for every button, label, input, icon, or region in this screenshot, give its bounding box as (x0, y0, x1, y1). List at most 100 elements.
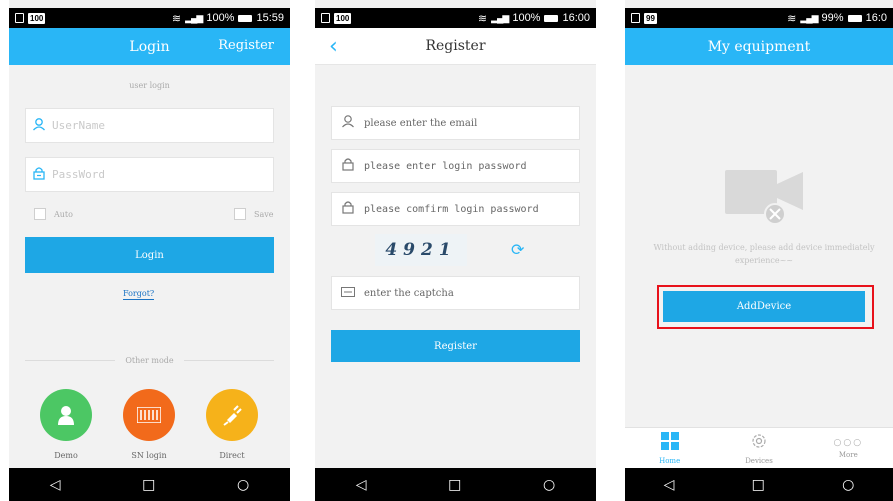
status-bar: 99 ≋ ▂▄▆ 99% 16:0 (625, 8, 893, 28)
username-placeholder: UserName (52, 119, 105, 132)
more-dots-icon: ○○○ (833, 437, 864, 448)
captcha-icon (332, 286, 364, 301)
register-button[interactable]: Register (331, 330, 580, 362)
lock-icon (332, 200, 364, 218)
home-icon[interactable]: □ (142, 477, 155, 493)
sn-login-button[interactable]: SN login (119, 389, 179, 460)
user-icon (26, 117, 52, 135)
battery-percent: 100% (512, 12, 541, 24)
battery-icon (238, 14, 253, 22)
register-header: ‹ Register (315, 28, 596, 65)
notification-badge: 99 (644, 12, 657, 24)
clock: 16:0 (865, 12, 887, 24)
direct-label: Direct (219, 451, 245, 460)
other-mode-label: Other mode (125, 356, 174, 365)
captcha-field[interactable]: enter the captcha (331, 276, 580, 310)
person-icon (40, 389, 92, 441)
demo-label: Demo (54, 451, 78, 460)
wifi-icon: ≋ (477, 12, 488, 25)
tab-home[interactable]: Home (625, 428, 714, 468)
battery-percent: 100% (206, 12, 235, 24)
back-arrow-icon[interactable]: ‹ (329, 34, 338, 59)
no-camera-icon (725, 168, 805, 230)
screen-icon (15, 13, 24, 23)
direct-mode-button[interactable]: Direct (202, 389, 262, 460)
register-screen: 100 ≋ ▂▄▆ 100% 16:00 ‹ Register please e… (315, 0, 596, 501)
tab-more[interactable]: ○○○ More (804, 428, 893, 468)
password-placeholder: please enter login password (364, 160, 527, 172)
screen-icon (321, 13, 330, 23)
captcha-image: 4921 (375, 234, 467, 266)
checkbox-box (34, 208, 46, 220)
wifi-icon: ≋ (787, 12, 797, 25)
notification-badge: 100 (28, 12, 46, 24)
sn-login-label: SN login (131, 451, 167, 460)
password-field[interactable]: please enter login password (331, 149, 580, 183)
signal-icon: ▂▄▆ (185, 12, 203, 23)
page-title: Login (129, 38, 170, 55)
auto-label: Auto (54, 209, 73, 219)
signal-icon: ▂▄▆ (800, 12, 818, 23)
login-header: Login Register (9, 28, 290, 65)
home-icon[interactable]: □ (448, 477, 461, 493)
signal-icon: ▂▄▆ (491, 12, 509, 23)
password-field[interactable]: PassWord (25, 157, 274, 192)
page-title: Register (425, 38, 486, 54)
login-screen: 100 ≋ ▂▄▆ 100% 15:59 Login Register user… (9, 0, 290, 501)
clock: 15:59 (256, 12, 284, 24)
battery-percent: 99% (821, 12, 844, 24)
user-icon (332, 114, 364, 132)
tab-devices[interactable]: Devices (714, 428, 803, 468)
equipment-screen: 99 ≋ ▂▄▆ 99% 16:0 My equipment Without a… (625, 0, 893, 501)
refresh-icon[interactable]: ⟳ (511, 240, 524, 259)
lock-icon (26, 166, 52, 184)
tab-label: Home (659, 456, 681, 465)
save-label: Save (254, 209, 274, 219)
battery-icon (544, 14, 559, 22)
home-icon[interactable]: □ (752, 477, 765, 493)
gear-icon (750, 432, 768, 454)
recents-icon[interactable]: ○ (237, 477, 249, 493)
battery-icon (847, 14, 862, 22)
save-password-checkbox[interactable]: Save (234, 208, 274, 220)
register-link[interactable]: Register (218, 38, 274, 53)
password-placeholder: PassWord (52, 168, 105, 181)
confirm-placeholder: please comfirm login password (364, 203, 539, 215)
user-login-caption: user login (129, 81, 170, 90)
back-icon[interactable]: ◁ (50, 477, 61, 493)
system-nav-bar: ◁ □ ○ (625, 468, 893, 501)
barcode-icon (123, 389, 175, 441)
tab-label: More (838, 450, 858, 459)
notification-badge: 100 (334, 12, 352, 24)
confirm-password-field[interactable]: please comfirm login password (331, 192, 580, 226)
recents-icon[interactable]: ○ (842, 477, 854, 493)
other-mode-divider: Other mode (25, 356, 275, 365)
demo-mode-button[interactable]: Demo (36, 389, 96, 460)
email-field[interactable]: please enter the email (331, 106, 580, 140)
username-field[interactable]: UserName (25, 108, 274, 143)
tab-label: Devices (745, 456, 773, 465)
page-title: My equipment (707, 38, 811, 55)
checkbox-box (234, 208, 246, 220)
system-nav-bar: ◁ □ ○ (9, 468, 290, 501)
status-bar: 100 ≋ ▂▄▆ 100% 16:00 (315, 8, 596, 28)
login-button[interactable]: Login (25, 237, 274, 273)
clock: 16:00 (562, 12, 590, 24)
forgot-link[interactable]: Forgot? (123, 289, 155, 300)
auto-login-checkbox[interactable]: Auto (34, 208, 73, 220)
recents-icon[interactable]: ○ (543, 477, 555, 493)
system-nav-bar: ◁ □ ○ (315, 468, 596, 501)
email-placeholder: please enter the email (364, 117, 478, 129)
back-icon[interactable]: ◁ (664, 477, 675, 493)
plug-icon (206, 389, 258, 441)
empty-state-message: Without adding device, please add device… (653, 243, 875, 265)
home-grid-icon (660, 431, 679, 454)
add-device-button[interactable]: AddDevice (663, 291, 865, 322)
captcha-placeholder: enter the captcha (364, 287, 454, 299)
equipment-header: My equipment (625, 28, 893, 65)
screen-icon (631, 13, 640, 23)
lock-icon (332, 157, 364, 175)
wifi-icon: ≋ (171, 12, 182, 25)
back-icon[interactable]: ◁ (356, 477, 367, 493)
status-bar: 100 ≋ ▂▄▆ 100% 15:59 (9, 8, 290, 28)
